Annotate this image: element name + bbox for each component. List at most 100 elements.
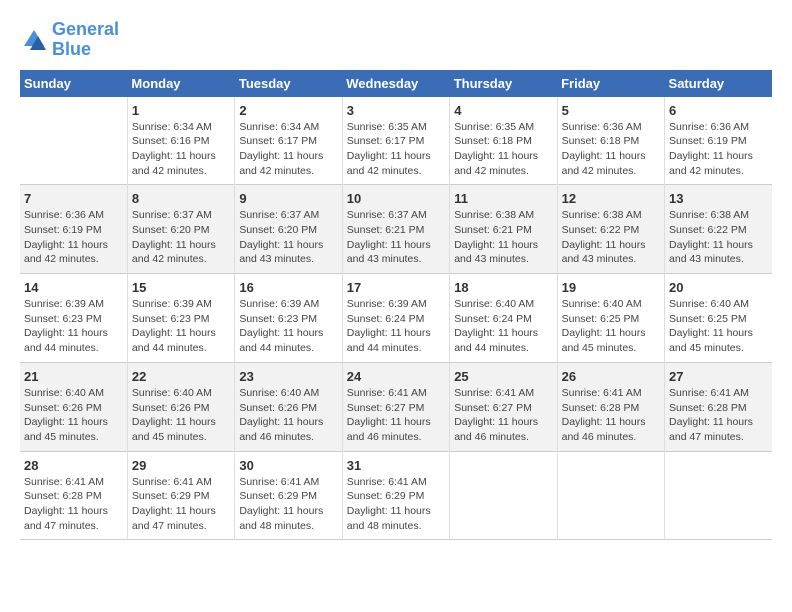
calendar-day-12: 12 Sunrise: 6:38 AM Sunset: 6:22 PM Dayli… [557, 185, 664, 274]
day-number: 25 [454, 369, 552, 384]
day-number: 16 [239, 280, 337, 295]
calendar-empty [20, 97, 127, 185]
calendar-day-7: 7 Sunrise: 6:36 AM Sunset: 6:19 PM Daylig… [20, 185, 127, 274]
day-info: Sunrise: 6:39 AM Sunset: 6:23 PM Dayligh… [24, 297, 123, 356]
day-number: 8 [132, 191, 230, 206]
calendar-day-30: 30Sunrise: 6:41 AM Sunset: 6:29 PM Dayli… [235, 451, 342, 540]
calendar-day-11: 11 Sunrise: 6:38 AM Sunset: 6:21 PM Dayli… [450, 185, 557, 274]
calendar-empty [450, 451, 557, 540]
calendar-table: SundayMondayTuesdayWednesdayThursdayFrid… [20, 70, 772, 541]
day-info: Sunrise: 6:40 AM Sunset: 6:24 PM Dayligh… [454, 297, 552, 356]
header-tuesday: Tuesday [235, 70, 342, 97]
day-info: Sunrise: 6:37 AM Sunset: 6:21 PM Dayligh… [347, 208, 445, 267]
day-info: Sunrise: 6:38 AM Sunset: 6:22 PM Dayligh… [562, 208, 660, 267]
logo-icon [20, 26, 48, 54]
calendar-day-29: 29 Sunrise: 6:41 AM Sunset: 6:29 PM Dayli… [127, 451, 234, 540]
calendar-day-8: 8 Sunrise: 6:37 AM Sunset: 6:20 PM Daylig… [127, 185, 234, 274]
calendar-day-6: 6 Sunrise: 6:36 AM Sunset: 6:19 PM Daylig… [665, 97, 772, 185]
day-info: Sunrise: 6:40 AM Sunset: 6:26 PM Dayligh… [132, 386, 230, 445]
calendar-empty [557, 451, 664, 540]
calendar-day-15: 15 Sunrise: 6:39 AM Sunset: 6:23 PM Dayli… [127, 274, 234, 363]
calendar-day-27: 27 Sunrise: 6:41 AM Sunset: 6:28 PM Dayli… [665, 362, 772, 451]
day-number: 31 [347, 458, 445, 473]
day-info: Sunrise: 6:35 AM Sunset: 6:18 PM Dayligh… [454, 120, 552, 179]
logo-general: General [52, 19, 119, 39]
calendar-day-16: 16 Sunrise: 6:39 AM Sunset: 6:23 PM Dayli… [235, 274, 342, 363]
day-info: Sunrise: 6:41 AM Sunset: 6:27 PM Dayligh… [454, 386, 552, 445]
calendar-header-row: SundayMondayTuesdayWednesdayThursdayFrid… [20, 70, 772, 97]
calendar-day-31: 31 Sunrise: 6:41 AM Sunset: 6:29 PM Dayli… [342, 451, 449, 540]
calendar-day-26: 26 Sunrise: 6:41 AM Sunset: 6:28 PM Dayli… [557, 362, 664, 451]
day-info: Sunrise: 6:34 AM Sunset: 6:16 PM Dayligh… [132, 120, 230, 179]
day-info: Sunrise: 6:37 AM Sunset: 6:20 PM Dayligh… [239, 208, 337, 267]
day-info: Sunrise: 6:35 AM Sunset: 6:17 PM Dayligh… [347, 120, 445, 179]
day-info: Sunrise: 6:39 AM Sunset: 6:24 PM Dayligh… [347, 297, 445, 356]
day-number: 10 [347, 191, 445, 206]
day-number: 15 [132, 280, 230, 295]
calendar-week-5: 28Sunrise: 6:41 AM Sunset: 6:28 PM Dayli… [20, 451, 772, 540]
day-info: Sunrise: 6:41 AM Sunset: 6:27 PM Dayligh… [347, 386, 445, 445]
calendar-week-4: 21 Sunrise: 6:40 AM Sunset: 6:26 PM Dayli… [20, 362, 772, 451]
day-number: 24 [347, 369, 445, 384]
day-info: Sunrise: 6:40 AM Sunset: 6:26 PM Dayligh… [24, 386, 123, 445]
day-info: Sunrise: 6:36 AM Sunset: 6:18 PM Dayligh… [562, 120, 660, 179]
header-monday: Monday [127, 70, 234, 97]
day-number: 5 [562, 103, 660, 118]
day-number: 19 [562, 280, 660, 295]
calendar-day-20: 20 Sunrise: 6:40 AM Sunset: 6:25 PM Dayli… [665, 274, 772, 363]
day-info: Sunrise: 6:41 AM Sunset: 6:28 PM Dayligh… [562, 386, 660, 445]
day-number: 28 [24, 458, 123, 473]
day-info: Sunrise: 6:41 AM Sunset: 6:29 PM Dayligh… [347, 475, 445, 534]
day-number: 6 [669, 103, 768, 118]
day-info: Sunrise: 6:36 AM Sunset: 6:19 PM Dayligh… [24, 208, 123, 267]
day-info: Sunrise: 6:41 AM Sunset: 6:29 PM Dayligh… [239, 475, 337, 534]
calendar-day-5: 5 Sunrise: 6:36 AM Sunset: 6:18 PM Daylig… [557, 97, 664, 185]
calendar-day-28: 28Sunrise: 6:41 AM Sunset: 6:28 PM Dayli… [20, 451, 127, 540]
day-info: Sunrise: 6:40 AM Sunset: 6:25 PM Dayligh… [562, 297, 660, 356]
day-number: 12 [562, 191, 660, 206]
day-number: 9 [239, 191, 337, 206]
day-number: 7 [24, 191, 123, 206]
day-number: 29 [132, 458, 230, 473]
day-info: Sunrise: 6:39 AM Sunset: 6:23 PM Dayligh… [239, 297, 337, 356]
calendar-day-1: 1 Sunrise: 6:34 AM Sunset: 6:16 PM Daylig… [127, 97, 234, 185]
calendar-day-24: 24 Sunrise: 6:41 AM Sunset: 6:27 PM Dayli… [342, 362, 449, 451]
day-number: 21 [24, 369, 123, 384]
day-info: Sunrise: 6:40 AM Sunset: 6:26 PM Dayligh… [239, 386, 337, 445]
calendar-day-13: 13Sunrise: 6:38 AM Sunset: 6:22 PM Dayli… [665, 185, 772, 274]
day-info: Sunrise: 6:41 AM Sunset: 6:29 PM Dayligh… [132, 475, 230, 534]
day-info: Sunrise: 6:38 AM Sunset: 6:22 PM Dayligh… [669, 208, 768, 267]
calendar-empty [665, 451, 772, 540]
day-number: 18 [454, 280, 552, 295]
page-header: General Blue [20, 20, 772, 60]
calendar-week-3: 14 Sunrise: 6:39 AM Sunset: 6:23 PM Dayli… [20, 274, 772, 363]
calendar-day-14: 14 Sunrise: 6:39 AM Sunset: 6:23 PM Dayli… [20, 274, 127, 363]
day-number: 17 [347, 280, 445, 295]
day-info: Sunrise: 6:34 AM Sunset: 6:17 PM Dayligh… [239, 120, 337, 179]
day-info: Sunrise: 6:37 AM Sunset: 6:20 PM Dayligh… [132, 208, 230, 267]
day-info: Sunrise: 6:41 AM Sunset: 6:28 PM Dayligh… [669, 386, 768, 445]
day-number: 26 [562, 369, 660, 384]
calendar-day-19: 19 Sunrise: 6:40 AM Sunset: 6:25 PM Dayli… [557, 274, 664, 363]
day-number: 3 [347, 103, 445, 118]
day-number: 27 [669, 369, 768, 384]
calendar-day-17: 17 Sunrise: 6:39 AM Sunset: 6:24 PM Dayli… [342, 274, 449, 363]
header-saturday: Saturday [665, 70, 772, 97]
calendar-day-23: 23Sunrise: 6:40 AM Sunset: 6:26 PM Dayli… [235, 362, 342, 451]
logo: General Blue [20, 20, 119, 60]
day-info: Sunrise: 6:38 AM Sunset: 6:21 PM Dayligh… [454, 208, 552, 267]
day-number: 20 [669, 280, 768, 295]
calendar-day-3: 3 Sunrise: 6:35 AM Sunset: 6:17 PM Daylig… [342, 97, 449, 185]
day-info: Sunrise: 6:36 AM Sunset: 6:19 PM Dayligh… [669, 120, 768, 179]
calendar-day-9: 9 Sunrise: 6:37 AM Sunset: 6:20 PM Daylig… [235, 185, 342, 274]
day-number: 2 [239, 103, 337, 118]
header-friday: Friday [557, 70, 664, 97]
day-info: Sunrise: 6:40 AM Sunset: 6:25 PM Dayligh… [669, 297, 768, 356]
day-number: 1 [132, 103, 230, 118]
day-number: 4 [454, 103, 552, 118]
calendar-week-2: 7 Sunrise: 6:36 AM Sunset: 6:19 PM Daylig… [20, 185, 772, 274]
day-number: 14 [24, 280, 123, 295]
calendar-day-21: 21 Sunrise: 6:40 AM Sunset: 6:26 PM Dayli… [20, 362, 127, 451]
day-info: Sunrise: 6:39 AM Sunset: 6:23 PM Dayligh… [132, 297, 230, 356]
day-number: 11 [454, 191, 552, 206]
